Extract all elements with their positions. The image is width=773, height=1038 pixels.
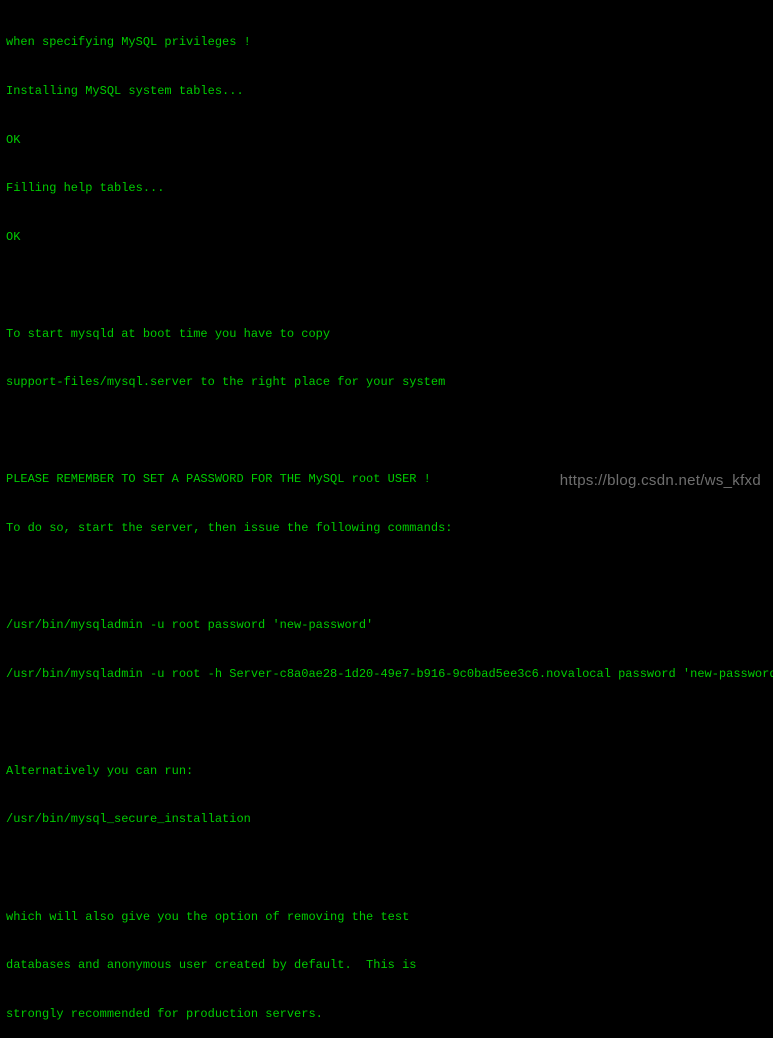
output-line: databases and anonymous user created by …	[6, 957, 767, 973]
output-line	[6, 860, 767, 876]
output-line: when specifying MySQL privileges !	[6, 34, 767, 50]
output-line: Filling help tables...	[6, 180, 767, 196]
output-line: OK	[6, 132, 767, 148]
output-line: which will also give you the option of r…	[6, 909, 767, 925]
output-line: Installing MySQL system tables...	[6, 83, 767, 99]
output-line	[6, 569, 767, 585]
output-line: To start mysqld at boot time you have to…	[6, 326, 767, 342]
output-line: To do so, start the server, then issue t…	[6, 520, 767, 536]
output-line	[6, 277, 767, 293]
output-line: /usr/bin/mysql_secure_installation	[6, 811, 767, 827]
output-line: PLEASE REMEMBER TO SET A PASSWORD FOR TH…	[6, 471, 767, 487]
terminal-window[interactable]: when specifying MySQL privileges ! Insta…	[0, 0, 773, 1038]
output-line: /usr/bin/mysqladmin -u root -h Server-c8…	[6, 666, 767, 682]
output-line: Alternatively you can run:	[6, 763, 767, 779]
output-line: strongly recommended for production serv…	[6, 1006, 767, 1022]
output-line	[6, 423, 767, 439]
output-line: support-files/mysql.server to the right …	[6, 374, 767, 390]
output-line: /usr/bin/mysqladmin -u root password 'ne…	[6, 617, 767, 633]
output-line: OK	[6, 229, 767, 245]
output-line	[6, 714, 767, 730]
